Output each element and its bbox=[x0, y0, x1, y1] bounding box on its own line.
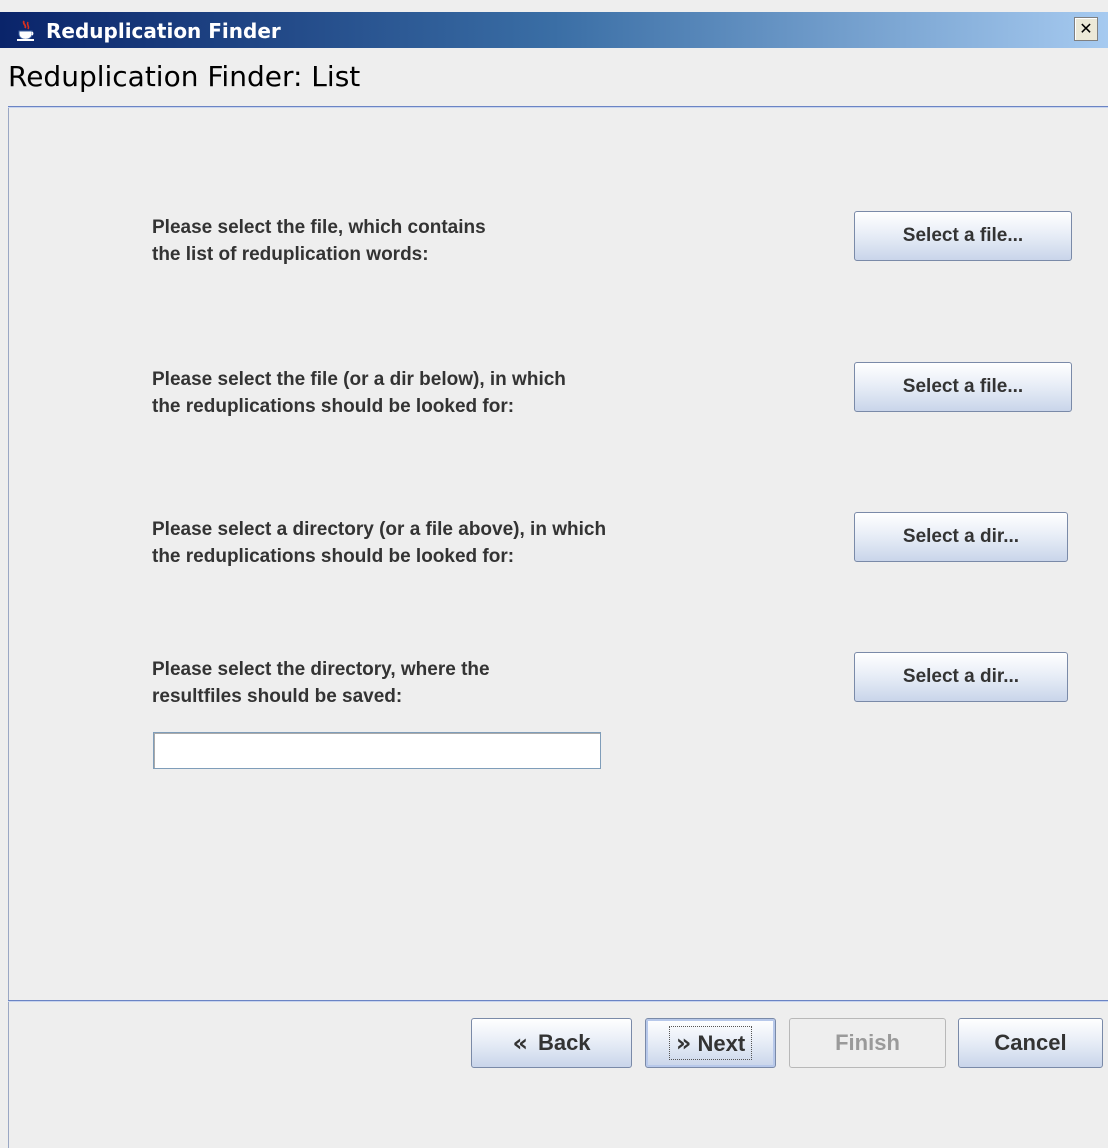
next-button[interactable]: » Next bbox=[645, 1018, 776, 1068]
close-button[interactable]: ✕ bbox=[1074, 17, 1098, 41]
cancel-button[interactable]: Cancel bbox=[958, 1018, 1103, 1068]
window-title: Reduplication Finder bbox=[46, 19, 281, 43]
search-file-prompt: Please select the file (or a dir below),… bbox=[152, 369, 566, 417]
wizard-window: Reduplication Finder ✕ Reduplication Fin… bbox=[0, 0, 1108, 1148]
search-dir-prompt: Please select a directory (or a file abo… bbox=[152, 519, 607, 567]
select-search-dir-button[interactable]: Select a dir... bbox=[854, 512, 1068, 562]
footer-divider bbox=[8, 1000, 1108, 1002]
title-bar[interactable]: Reduplication Finder ✕ bbox=[0, 12, 1108, 48]
select-search-file-button[interactable]: Select a file... bbox=[854, 362, 1072, 412]
select-result-dir-button[interactable]: Select a dir... bbox=[854, 652, 1068, 702]
back-label: Back bbox=[537, 1030, 591, 1055]
result-dir-prompt: Please select the directory, where the r… bbox=[152, 659, 490, 707]
next-arrow-icon: » bbox=[675, 1029, 692, 1057]
finish-label: Finish bbox=[835, 1030, 900, 1055]
select-list-file-button[interactable]: Select a file... bbox=[854, 211, 1072, 261]
result-dir-field[interactable] bbox=[153, 732, 601, 769]
content-left-border bbox=[8, 108, 9, 1148]
back-arrow-icon: « bbox=[512, 1029, 528, 1057]
list-file-prompt: Please select the file, which contains t… bbox=[152, 217, 486, 265]
finish-button[interactable]: Finish bbox=[789, 1018, 946, 1068]
close-icon: ✕ bbox=[1079, 19, 1093, 38]
next-label: Next bbox=[697, 1031, 746, 1056]
page-title: Reduplication Finder: List bbox=[8, 60, 361, 93]
header-divider bbox=[8, 106, 1108, 108]
cancel-label: Cancel bbox=[994, 1030, 1067, 1055]
back-button[interactable]: « Back bbox=[471, 1018, 632, 1068]
next-focus-ring: » Next bbox=[668, 1026, 753, 1060]
java-cup-icon bbox=[17, 20, 34, 41]
